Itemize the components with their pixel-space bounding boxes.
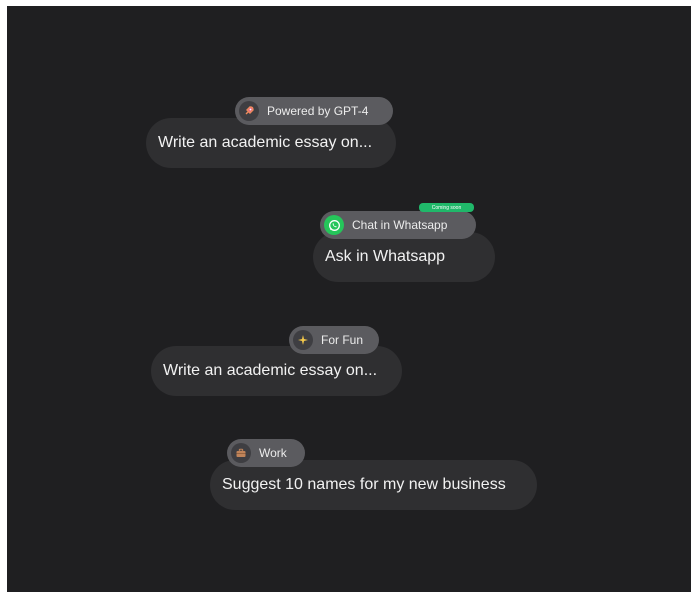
prompt-card-text: Write an academic essay on... (163, 362, 378, 379)
prompt-card-text: Ask in Whatsapp (325, 248, 446, 265)
prompt-card-work[interactable]: Suggest 10 names for my new business (210, 460, 537, 510)
tag-label: Chat in Whatsapp (352, 218, 448, 232)
prompt-card-text: Write an academic essay on... (158, 134, 373, 151)
tag-label: For Fun (321, 333, 364, 347)
tag-for-fun: For Fun (289, 326, 379, 354)
prompt-card-gpt4[interactable]: Write an academic essay on... (146, 118, 396, 168)
tag-powered-by-gpt4: Powered by GPT-4 (235, 97, 393, 125)
briefcase-icon (231, 443, 251, 463)
tag-label: Work (259, 446, 287, 460)
prompt-suggestions-panel: Write an academic essay on... Powered by… (7, 6, 691, 592)
rocket-icon (239, 101, 259, 121)
tag-work: Work (227, 439, 305, 467)
coming-soon-badge: Coming soon (419, 203, 474, 212)
whatsapp-icon (324, 215, 344, 235)
prompt-card-whatsapp[interactable]: Ask in Whatsapp (313, 232, 495, 282)
tag-label: Powered by GPT-4 (267, 104, 369, 118)
tag-chat-in-whatsapp: Chat in Whatsapp (320, 211, 476, 239)
prompt-card-text: Suggest 10 names for my new business (222, 476, 506, 493)
sparkle-icon (293, 330, 313, 350)
